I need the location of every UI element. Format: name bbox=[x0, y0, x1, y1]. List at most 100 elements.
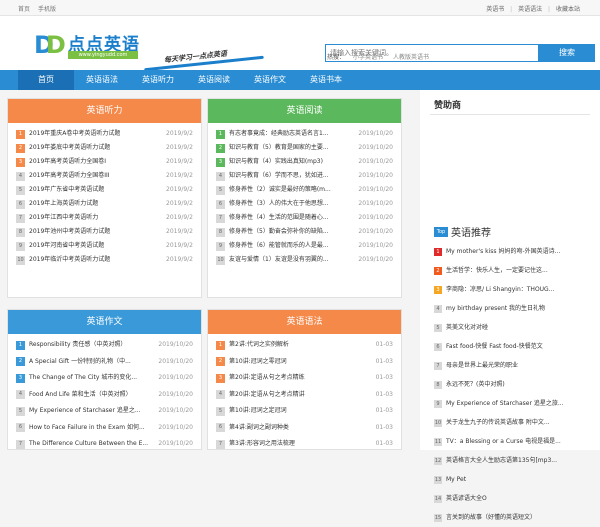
list-item[interactable]: 3 The Change of The City 城市的变化... 2019/10/… bbox=[16, 370, 193, 387]
nav-listening[interactable]: 英语听力 bbox=[130, 70, 186, 90]
hot-link[interactable]: 人教版英语书 bbox=[393, 54, 429, 61]
item-title[interactable]: 第20讲:定语从句之考点精练 bbox=[229, 370, 305, 387]
list-item[interactable]: 9 2019年河南省中考英语试题 2019/9/2 bbox=[16, 239, 193, 253]
item-title[interactable]: My Experience of Starchaser 追星之旅... bbox=[446, 400, 564, 407]
item-title[interactable]: 第10讲:冠词之定冠词 bbox=[229, 403, 287, 420]
nav-grammar[interactable]: 英语语法 bbox=[74, 70, 130, 90]
site-logo[interactable]: DD 点点英语 www.yingyudd.com 每天学习一点点英语 bbox=[34, 30, 264, 74]
list-item[interactable]: 2 2019年娄底中考英语听力试题 2019/9/2 bbox=[16, 141, 193, 155]
list-item[interactable]: 15 言关到的故事（好懂的英语短文） bbox=[434, 508, 594, 527]
list-item[interactable]: 6 修身养性（3）人的伟大在于他思想... 2019/10/20 bbox=[216, 197, 393, 211]
list-item[interactable]: 2 A Special Gift 一份特别的礼物（中... 2019/10/20 bbox=[16, 354, 193, 371]
item-title[interactable]: 知识与教育（6）学而不思，犹如进... bbox=[229, 169, 329, 183]
item-title[interactable]: 生活哲学：快乐人生，一定要记住这... bbox=[446, 267, 548, 274]
panel-title[interactable]: 英语听力 bbox=[8, 99, 201, 123]
list-item[interactable]: 11 TV：a Blessing or a Curse 电视是福是... bbox=[434, 432, 594, 451]
hot-link[interactable]: 小学英语书 bbox=[353, 54, 383, 61]
item-title[interactable]: 修身养性（2）诚实是最好的策略(m... bbox=[229, 183, 331, 197]
list-item[interactable]: 1 My mother's kiss 妈妈的吻-外国英语诗... bbox=[434, 242, 594, 261]
list-item[interactable]: 10 友谊与爱情（1）友谊是没有羽翼的... 2019/10/20 bbox=[216, 253, 393, 267]
item-title[interactable]: The Difference Culture Between the E... bbox=[29, 436, 148, 453]
top-link-bookmark[interactable]: 收藏本站 bbox=[556, 6, 580, 13]
list-item[interactable]: 7 母亲是世界上最光荣的职业 bbox=[434, 356, 594, 375]
list-item[interactable]: 8 2019年池州中考英语听力试题 2019/9/2 bbox=[16, 225, 193, 239]
list-item[interactable]: 6 How to Face Failure in the Exam 如何... 20… bbox=[16, 420, 193, 437]
list-item[interactable]: 3 李商隐：凉思/ Li Shangyin：THOUG... bbox=[434, 280, 594, 299]
list-item[interactable]: 1 Responsibility 责任感（中英对照） 2019/10/20 bbox=[16, 337, 193, 354]
item-title[interactable]: Fast food-快餐 Fast food-快餐范文 bbox=[446, 343, 543, 350]
item-title[interactable]: TV：a Blessing or a Curse 电视是福是... bbox=[446, 438, 561, 445]
item-title[interactable]: 第2讲:代词之实例解析 bbox=[229, 337, 289, 354]
list-item[interactable]: 10 关于龙生九子的传说英语故事 附中文... bbox=[434, 413, 594, 432]
list-item[interactable]: 4 Food And Life 菜和生活（中英对照） 2019/10/20 bbox=[16, 387, 193, 404]
nav-books[interactable]: 英语书本 bbox=[298, 70, 354, 90]
item-title[interactable]: 第3讲:形容词之用法梳理 bbox=[229, 436, 295, 453]
list-item[interactable]: 1 有志者事竟成：经典励志英语名言1... 2019/10/20 bbox=[216, 127, 393, 141]
item-title[interactable]: A Special Gift 一份特别的礼物（中... bbox=[29, 354, 131, 371]
list-item[interactable]: 1 第2讲:代词之实例解析 01-03 bbox=[216, 337, 393, 354]
item-title[interactable]: 修身养性（6）能管就而乐的人是最... bbox=[229, 239, 329, 253]
item-title[interactable]: 2019年河南省中考英语试题 bbox=[29, 239, 104, 253]
list-item[interactable]: 2 知识与教育（5）教育是国家的主要... 2019/10/20 bbox=[216, 141, 393, 155]
list-item[interactable]: 1 2019年重庆A卷中考英语听力试题 2019/9/2 bbox=[16, 127, 193, 141]
item-title[interactable]: Food And Life 菜和生活（中英对照） bbox=[29, 387, 132, 404]
list-item[interactable]: 5 My Experience of Starchaser 追星之... 2019/… bbox=[16, 403, 193, 420]
list-item[interactable]: 4 第20讲:定语从句之考点精讲 01-03 bbox=[216, 387, 393, 404]
list-item[interactable]: 6 2019年上海英语听力试题 2019/9/2 bbox=[16, 197, 193, 211]
item-title[interactable]: 2019年重庆A卷中考英语听力试题 bbox=[29, 127, 120, 141]
item-title[interactable]: 2019年广东省中考英语试题 bbox=[29, 183, 104, 197]
item-title[interactable]: How to Face Failure in the Exam 如何... bbox=[29, 420, 145, 437]
list-item[interactable]: 4 知识与教育（6）学而不思，犹如进... 2019/10/20 bbox=[216, 169, 393, 183]
item-title[interactable]: 修身养性（3）人的伟大在于他思想... bbox=[229, 197, 329, 211]
list-item[interactable]: 6 Fast food-快餐 Fast food-快餐范文 bbox=[434, 337, 594, 356]
list-item[interactable]: 10 2019年临沂中考英语听力试题 2019/9/2 bbox=[16, 253, 193, 267]
list-item[interactable]: 7 The Difference Culture Between the E...… bbox=[16, 436, 193, 453]
item-title[interactable]: 言关到的故事（好懂的英语短文） bbox=[446, 514, 536, 521]
panel-title[interactable]: 英语作文 bbox=[8, 310, 201, 334]
item-title[interactable]: 2019年江西中考英语听力 bbox=[29, 211, 98, 225]
list-item[interactable]: 3 知识与教育（4）实践出真知(mp3) 2019/10/20 bbox=[216, 155, 393, 169]
panel-title[interactable]: 英语语法 bbox=[208, 310, 401, 334]
item-title[interactable]: 知识与教育（4）实践出真知(mp3) bbox=[229, 155, 323, 169]
nav-home[interactable]: 首页 bbox=[18, 70, 74, 90]
item-title[interactable]: 2019年高考英语听力全国卷III bbox=[29, 169, 110, 183]
item-title[interactable]: 修身养性（4）生活的范围是随着心... bbox=[229, 211, 329, 225]
list-item[interactable]: 3 2019年高考英语听力全国卷I 2019/9/2 bbox=[16, 155, 193, 169]
item-title[interactable]: 第10讲:冠词之零冠词 bbox=[229, 354, 287, 371]
item-title[interactable]: 2019年娄底中考英语听力试题 bbox=[29, 141, 110, 155]
list-item[interactable]: 13 My Pet bbox=[434, 470, 594, 489]
item-title[interactable]: 母亲是世界上最光荣的职业 bbox=[446, 362, 518, 369]
item-title[interactable]: 英语格言大全人生励志语第135句[mp3... bbox=[446, 457, 557, 464]
list-item[interactable]: 3 第20讲:定语从句之考点精练 01-03 bbox=[216, 370, 393, 387]
item-title[interactable]: 有志者事竟成：经典励志英语名言1... bbox=[229, 127, 329, 141]
search-button[interactable]: 搜索 bbox=[539, 44, 595, 62]
item-title[interactable]: 第20讲:定语从句之考点精讲 bbox=[229, 387, 305, 404]
list-item[interactable]: 9 修身养性（6）能管就而乐的人是最... 2019/10/20 bbox=[216, 239, 393, 253]
item-title[interactable]: 英语谚语大全O bbox=[446, 495, 487, 502]
nav-writing[interactable]: 英语作文 bbox=[242, 70, 298, 90]
item-title[interactable]: my birthday present 我的生日礼物 bbox=[446, 305, 545, 312]
item-title[interactable]: 2019年临沂中考英语听力试题 bbox=[29, 253, 110, 267]
list-item[interactable]: 12 英语格言大全人生励志语第135句[mp3... bbox=[434, 451, 594, 470]
item-title[interactable]: My Pet bbox=[446, 476, 466, 483]
item-title[interactable]: 友谊与爱情（1）友谊是没有羽翼的... bbox=[229, 253, 329, 267]
top-link-grammar[interactable]: 英语语法 bbox=[518, 6, 542, 13]
list-item[interactable]: 4 2019年高考英语听力全国卷III 2019/9/2 bbox=[16, 169, 193, 183]
mobile-link[interactable]: 手机版 bbox=[38, 6, 56, 13]
item-title[interactable]: 关于龙生九子的传说英语故事 附中文... bbox=[446, 419, 550, 426]
list-item[interactable]: 5 第10讲:冠词之定冠词 01-03 bbox=[216, 403, 393, 420]
item-title[interactable]: Responsibility 责任感（中英对照） bbox=[29, 337, 126, 354]
list-item[interactable]: 2 第10讲:冠词之零冠词 01-03 bbox=[216, 354, 393, 371]
item-title[interactable]: The Change of The City 城市的变化... bbox=[29, 370, 137, 387]
list-item[interactable]: 7 2019年江西中考英语听力 2019/9/2 bbox=[16, 211, 193, 225]
panel-title[interactable]: 英语阅读 bbox=[208, 99, 401, 123]
list-item[interactable]: 6 第4讲:副词之副词种类 01-03 bbox=[216, 420, 393, 437]
home-link[interactable]: 首页 bbox=[18, 6, 30, 13]
item-title[interactable]: 修身养性（5）勤奋会弥补你的缺陷... bbox=[229, 225, 329, 239]
list-item[interactable]: 8 永远不死？(英中对照) bbox=[434, 375, 594, 394]
list-item[interactable]: 14 英语谚语大全O bbox=[434, 489, 594, 508]
item-title[interactable]: 2019年高考英语听力全国卷I bbox=[29, 155, 106, 169]
item-title[interactable]: 李商隐：凉思/ Li Shangyin：THOUG... bbox=[446, 286, 554, 293]
item-title[interactable]: My Experience of Starchaser 追星之... bbox=[29, 403, 141, 420]
list-item[interactable]: 2 生活哲学：快乐人生，一定要记住这... bbox=[434, 261, 594, 280]
